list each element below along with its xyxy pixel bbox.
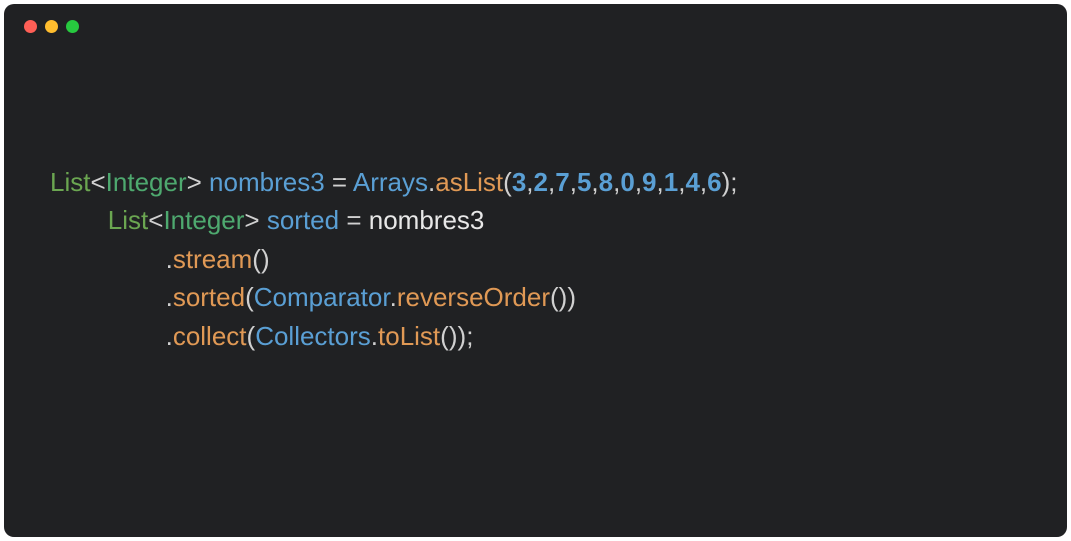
type-keyword: List: [108, 205, 148, 235]
method-name: stream: [173, 244, 252, 274]
paren: ): [458, 321, 467, 351]
operator: =: [332, 167, 347, 197]
variable-ref: nombres3: [369, 205, 485, 235]
code-window: List<Integer> nombres3 = Arrays.asList(3…: [4, 4, 1067, 537]
code-line-1: List<Integer> nombres3 = Arrays.asList(3…: [50, 167, 738, 197]
comma: ,: [591, 167, 598, 197]
close-icon[interactable]: [24, 20, 37, 33]
number-literal: 5: [577, 167, 591, 197]
maximize-icon[interactable]: [66, 20, 79, 33]
class-name: Arrays: [353, 167, 428, 197]
type-keyword: List: [50, 167, 90, 197]
angle-bracket: >: [244, 205, 259, 235]
minimize-icon[interactable]: [45, 20, 58, 33]
angle-bracket: <: [90, 167, 105, 197]
code-editor: List<Integer> nombres3 = Arrays.asList(3…: [4, 48, 1067, 355]
dot: .: [390, 282, 397, 312]
dot: .: [166, 321, 173, 351]
angle-bracket: >: [187, 167, 202, 197]
variable: nombres3: [209, 167, 325, 197]
number-literal: 7: [555, 167, 569, 197]
type-keyword: Integer: [106, 167, 187, 197]
code-line-3: .stream(): [50, 244, 270, 274]
paren: (: [550, 282, 559, 312]
paren: (: [440, 321, 449, 351]
method-name: toList: [378, 321, 440, 351]
method-name: asList: [435, 167, 503, 197]
number-literal: 9: [642, 167, 656, 197]
number-literal: 6: [707, 167, 721, 197]
semicolon: ;: [466, 321, 473, 351]
variable: sorted: [267, 205, 339, 235]
dot: .: [166, 282, 173, 312]
comma: ,: [657, 167, 664, 197]
comma: ,: [570, 167, 577, 197]
dot: .: [371, 321, 378, 351]
paren: ): [567, 282, 576, 312]
code-line-2: List<Integer> sorted = nombres3: [50, 205, 484, 235]
paren: ): [722, 167, 731, 197]
paren: (: [503, 167, 512, 197]
operator: =: [346, 205, 361, 235]
class-name: Collectors: [255, 321, 371, 351]
dot: .: [166, 244, 173, 274]
method-name: collect: [173, 321, 247, 351]
class-name: Comparator: [254, 282, 390, 312]
paren: ): [449, 321, 458, 351]
method-name: reverseOrder: [397, 282, 550, 312]
code-line-5: .collect(Collectors.toList());: [50, 321, 473, 351]
comma: ,: [526, 167, 533, 197]
paren: ): [261, 244, 270, 274]
number-literal: 1: [664, 167, 678, 197]
angle-bracket: <: [148, 205, 163, 235]
number-literal: 2: [534, 167, 548, 197]
code-line-4: .sorted(Comparator.reverseOrder()): [50, 282, 576, 312]
semicolon: ;: [730, 167, 737, 197]
paren: (: [245, 282, 254, 312]
method-name: sorted: [173, 282, 245, 312]
titlebar: [4, 4, 1067, 48]
number-literal: 0: [620, 167, 634, 197]
paren: (: [252, 244, 261, 274]
type-keyword: Integer: [163, 205, 244, 235]
paren: (: [247, 321, 256, 351]
number-literal: 8: [599, 167, 613, 197]
number-literal: 4: [685, 167, 699, 197]
number-literal: 3: [512, 167, 526, 197]
comma: ,: [635, 167, 642, 197]
